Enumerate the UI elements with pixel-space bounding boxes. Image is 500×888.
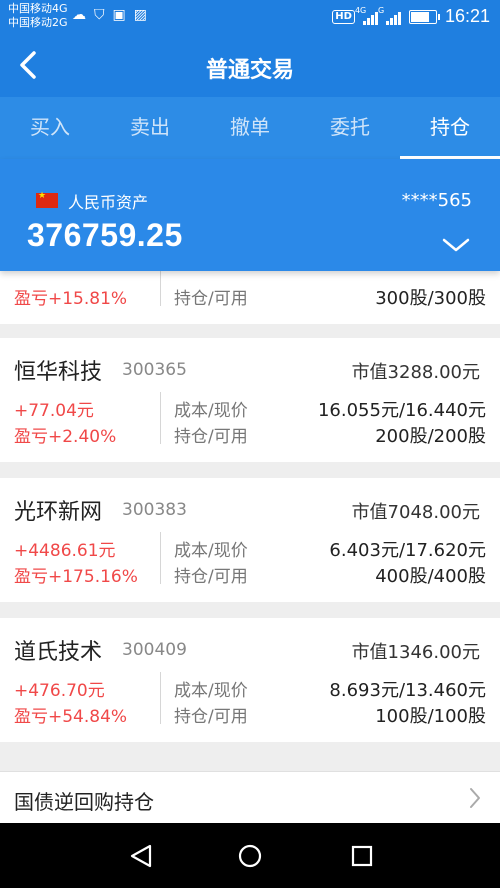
tab-sell[interactable]: 卖出 [100,97,200,159]
holding-pl-percent: 盈亏+54.84% [14,707,128,727]
cost-label: 成本/现价 [174,401,248,421]
holding-card[interactable]: 恒华科技 300365 市值3288.00元 +77.04元 盈亏+2.40% … [0,338,500,462]
hold-label: 持仓/可用 [174,427,248,447]
page-title: 普通交易 [205,58,294,83]
stock-name: 道氏技术 [14,640,103,665]
home-circle-icon[interactable] [237,843,263,873]
carrier-1: 中国移动4G [8,2,68,15]
hold-label: 持仓/可用 [174,707,248,727]
tab-buy[interactable]: 买入 [0,97,100,159]
clock: 16:21 [444,6,490,26]
tab-orders[interactable]: 委托 [300,97,400,159]
card-divider [160,672,161,724]
signal-4g-label: 4G [354,5,367,15]
holding-card[interactable]: 光环新网 300383 市值7048.00元 +4486.61元 盈亏+175.… [0,478,500,602]
stock-code: 300383 [122,500,187,520]
cost-label: 成本/现价 [174,541,248,561]
holding-pl: +77.04元 [14,401,94,421]
card-divider [160,532,161,584]
notification-icons: ☁ ⛉ ▣ ▨ [72,7,147,23]
tab-positions[interactable]: 持仓 [400,97,500,159]
total-asset-value: 376759.25 [27,217,183,253]
hold-label: 持仓/可用 [174,289,248,309]
shield-icon: ⛉ [94,7,105,23]
holding-pl-percent: 盈亏+175.16% [14,567,138,587]
carrier-info: 中国移动4G 中国移动2G [8,2,68,30]
cloud-icon: ☁ [72,7,86,23]
image-icon: ▨ [133,7,147,23]
holding-pl-percent: 盈亏+15.81% [14,289,128,309]
chevron-right-icon [468,786,482,814]
stock-code: 300409 [122,640,187,660]
asset-summary: 人民币资产 ****565 376759.25 [0,159,500,271]
hd-icon: HD [332,9,355,24]
cost-price: 6.403元/17.620元 [329,540,486,561]
account-number: ****565 [401,190,472,211]
holding-card[interactable]: 道氏技术 300409 市值1346.00元 +476.70元 盈亏+54.84… [0,618,500,742]
chevron-down-icon [442,238,470,252]
market-value: 市值7048.00元 [351,502,480,523]
holding-pl: +4486.61元 [14,541,116,561]
nav-bar: 普通交易 [0,35,500,97]
expand-button[interactable] [442,237,470,257]
signal-2g-icon: G [378,6,401,25]
recents-square-icon[interactable] [349,843,375,873]
system-nav-bar [0,823,500,888]
reverse-repo-label: 国债逆回购持仓 [14,790,154,814]
cost-price: 16.055元/16.440元 [317,400,486,421]
reverse-repo-row[interactable]: 国债逆回购持仓 [0,771,500,823]
cost-price: 8.693元/13.460元 [329,680,486,701]
hold-qty: 100股/100股 [375,706,486,727]
hold-qty: 400股/400股 [375,566,486,587]
cost-label: 成本/现价 [174,681,248,701]
tab-cancel[interactable]: 撤单 [200,97,300,159]
bag-icon: ▣ [112,7,126,23]
signal-2g-label: G [377,5,385,15]
back-triangle-icon[interactable] [128,843,154,873]
battery-icon [408,9,440,24]
stock-name: 光环新网 [14,500,103,525]
china-flag-icon [36,191,58,208]
signal-4g-icon: 4G [355,6,378,25]
holding-pl: +476.70元 [14,681,105,701]
carrier-2: 中国移动2G [8,16,68,29]
asset-label: 人民币资产 [68,193,149,212]
hold-label: 持仓/可用 [174,567,248,587]
market-value: 市值3288.00元 [351,362,480,383]
holding-pl-percent: 盈亏+2.40% [14,427,117,447]
hold-qty: 300股/300股 [375,288,486,309]
status-bar: 中国移动4G 中国移动2G ☁ ⛉ ▣ ▨ HD 4G G 16:21 [0,0,500,35]
stock-name: 恒华科技 [14,360,103,385]
hold-qty: 200股/200股 [375,426,486,447]
stock-code: 300365 [122,360,187,380]
market-value: 市值1346.00元 [351,642,480,663]
card-divider [160,392,161,444]
trade-tabs: 买入 卖出 撤单 委托 持仓 [0,97,500,159]
